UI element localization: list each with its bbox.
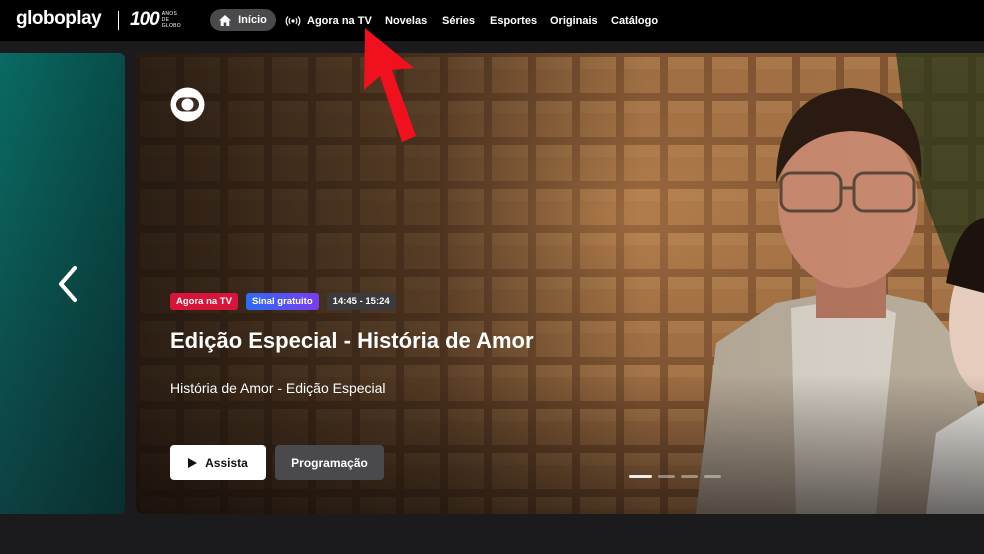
nav-item-catalogo[interactable]: Catálogo <box>611 0 658 41</box>
watch-button-label: Assista <box>205 455 248 470</box>
live-broadcast-icon <box>285 15 301 26</box>
nav-item-esportes[interactable]: Esportes <box>490 0 537 41</box>
nav-item-originais[interactable]: Originais <box>550 0 598 41</box>
nav-home-button[interactable]: Início <box>210 9 276 31</box>
chevron-left-icon[interactable] <box>55 264 81 304</box>
nav-home-label: Início <box>238 14 267 26</box>
free-signal-badge: Sinal gratuito <box>245 293 319 310</box>
hero-banner[interactable]: Agora na TV Sinal gratuito 14:45 - 15:24… <box>136 53 984 514</box>
schedule-button[interactable]: Programação <box>275 445 384 480</box>
play-icon <box>188 457 198 468</box>
carousel-dot[interactable] <box>681 475 698 478</box>
top-nav: globoplay 100 ANOS DE GLOBO Início Agora… <box>0 0 984 41</box>
watch-button[interactable]: Assista <box>170 445 266 480</box>
nav-item-novelas[interactable]: Novelas <box>385 0 427 41</box>
nav-item-label: Agora na TV <box>307 14 372 27</box>
home-icon <box>219 14 232 26</box>
anniversary-text: ANOS DE GLOBO <box>161 11 181 29</box>
anniversary-logo: 100 ANOS DE GLOBO <box>130 9 186 31</box>
globo-logo-icon <box>170 87 205 122</box>
nav-item-series[interactable]: Séries <box>442 0 475 41</box>
carousel-dot[interactable] <box>629 475 652 478</box>
page: globoplay 100 ANOS DE GLOBO Início Agora… <box>0 0 984 554</box>
logo-divider <box>118 11 119 30</box>
carousel-dot[interactable] <box>704 475 721 478</box>
nav-item-agora-na-tv[interactable]: Agora na TV <box>285 0 372 41</box>
hero-badges: Agora na TV Sinal gratuito 14:45 - 15:24 <box>170 293 396 310</box>
hero-title: Edição Especial - História de Amor <box>170 328 534 353</box>
live-badge: Agora na TV <box>170 293 238 310</box>
globoplay-logo[interactable]: globoplay <box>16 8 102 30</box>
carousel-dot[interactable] <box>658 475 675 478</box>
time-badge: 14:45 - 15:24 <box>326 293 396 310</box>
carousel-dots <box>629 475 721 478</box>
anniversary-number: 100 <box>130 9 160 30</box>
hero-subtitle: História de Amor - Edição Especial <box>170 380 386 396</box>
